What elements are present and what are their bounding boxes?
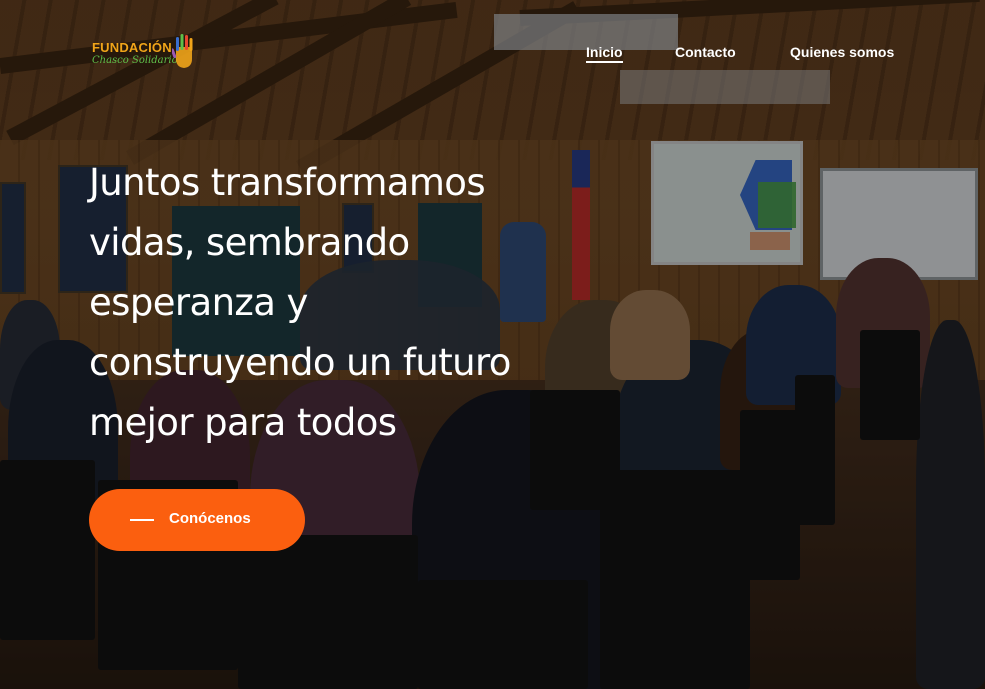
conocenos-button-label: Conócenos: [169, 510, 251, 527]
nav-item-inicio[interactable]: Inicio: [586, 44, 623, 63]
hero-section: FUNDACIÓN Chasco Solidario Inicio Contac…: [0, 0, 985, 689]
hero-headline-line: Juntos transformamos: [89, 161, 486, 204]
dash-icon: [130, 519, 154, 521]
nav-item-quienes-somos[interactable]: Quienes somos: [790, 44, 894, 60]
hero-headline-line: vidas, sembrando: [89, 221, 410, 264]
hero-headline-line: construyendo un futuro: [89, 341, 511, 384]
hero-headline-line: mejor para todos: [89, 401, 397, 444]
conocenos-button[interactable]: Conócenos: [89, 489, 305, 551]
main-nav: Inicio Contacto Quienes somos: [0, 44, 985, 64]
nav-item-contacto[interactable]: Contacto: [675, 44, 736, 60]
hero-headline-line: esperanza y: [89, 281, 308, 324]
hero-headline: Juntos transformamos vidas, sembrando es…: [89, 153, 609, 453]
